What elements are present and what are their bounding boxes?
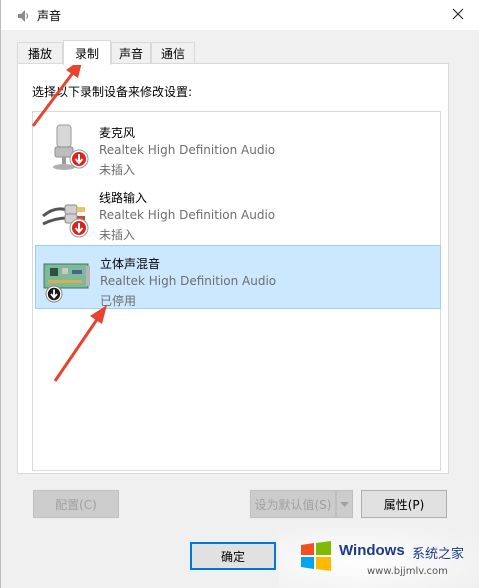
device-name: 线路输入 [99, 191, 148, 205]
ok-button[interactable]: 确定 [190, 542, 276, 570]
instruction-text: 选择以下录制设备来修改设置: [32, 85, 193, 99]
title-bar: 声音 [1, 0, 479, 30]
device-list: 麦克风 Realtek High Definition Audio 未插入 线路… [32, 111, 441, 471]
close-button[interactable] [446, 4, 470, 26]
device-status: 未插入 [99, 228, 136, 242]
list-item-line-in[interactable]: 线路输入 Realtek High Definition Audio 未插入 [35, 180, 441, 244]
device-driver: Realtek High Definition Audio [99, 143, 276, 157]
tab-recording[interactable]: 录制 [63, 40, 111, 65]
line-in-cable-icon [41, 186, 93, 238]
device-name: 麦克风 [99, 126, 136, 140]
tab-communications[interactable]: 通信 [151, 42, 195, 64]
watermark-site-name: 系统之家 [412, 547, 465, 562]
sound-card-icon [42, 252, 94, 304]
tab-playback[interactable]: 播放 [17, 42, 63, 64]
device-driver: Realtek High Definition Audio [99, 208, 276, 222]
chevron-down-icon [340, 497, 349, 511]
watermark: Windows 系统之家 www.bjjmlv.com [279, 528, 479, 588]
set-default-button[interactable]: 设为默认值(S) [250, 490, 336, 518]
watermark-brand: Windows [339, 542, 405, 559]
list-item-stereo-mix[interactable]: 立体声混音 Realtek High Definition Audio 已停用 [35, 245, 441, 309]
tab-sounds[interactable]: 声音 [111, 42, 151, 64]
close-icon [452, 8, 464, 23]
device-status: 已停用 [100, 294, 137, 308]
recording-panel: 选择以下录制设备来修改设置: 麦克风 Realtek High Definiti… [17, 63, 449, 474]
disconnected-badge [69, 218, 89, 238]
configure-button[interactable]: 配置(C) [33, 490, 119, 518]
list-item-microphone[interactable]: 麦克风 Realtek High Definition Audio 未插入 [35, 115, 441, 179]
disconnected-badge [69, 149, 89, 169]
set-default-dropdown[interactable] [336, 490, 353, 518]
device-name: 立体声混音 [100, 257, 161, 271]
window-title: 声音 [37, 9, 62, 23]
disabled-badge [45, 285, 63, 303]
watermark-url: www.bjjmlv.com [367, 566, 448, 577]
microphone-icon [41, 121, 93, 173]
speaker-icon [15, 8, 31, 24]
sound-dialog: 声音 播放 录制 声音 通信 选择以下录制设备来修改设置: 麦克风 Realte… [0, 0, 479, 588]
properties-button[interactable]: 属性(P) [361, 490, 447, 518]
device-status: 未插入 [99, 163, 136, 177]
device-driver: Realtek High Definition Audio [100, 274, 277, 288]
